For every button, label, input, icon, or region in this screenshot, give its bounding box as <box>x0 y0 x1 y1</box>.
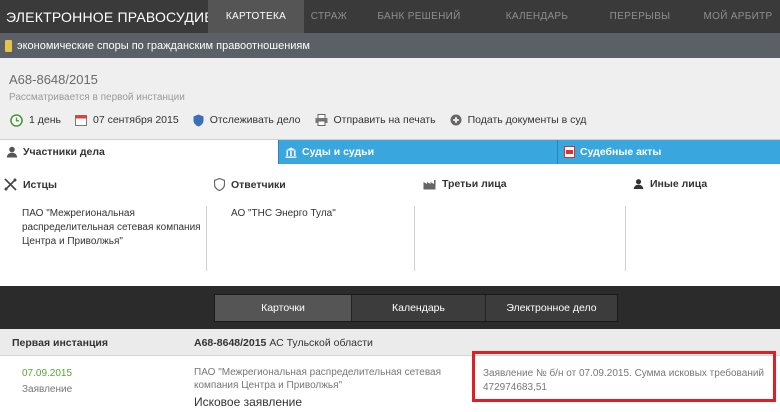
participants-panel: Истцы ПАО "Межрегиональная распределител… <box>0 164 780 286</box>
factory-icon <box>423 179 436 189</box>
tab-courts-judges[interactable]: Суды и судьи <box>278 140 557 164</box>
case-actions: 1 день 07 сентября 2015 Отслеживать дело… <box>10 111 600 129</box>
plus-circle-icon <box>450 114 462 126</box>
pdf-document-icon <box>564 146 575 158</box>
case-number: А68-8648/2015 <box>9 72 98 87</box>
tab-participants-label: Участники дела <box>23 145 105 158</box>
plaintiff-name[interactable]: ПАО "Межрегиональная распределительная с… <box>22 207 202 249</box>
person-icon <box>6 146 18 157</box>
nav-tab-breaks[interactable]: ПЕРЕРЫВЫ <box>590 0 690 33</box>
crossed-swords-icon <box>4 178 17 191</box>
document-date: 07.09.2015 <box>22 368 73 379</box>
printer-icon <box>315 114 328 126</box>
print-label: Отправить на печать <box>333 114 436 126</box>
tab-courts-judges-label: Суды и судьи <box>302 146 375 158</box>
case-date-label: 07 сентября 2015 <box>93 114 179 126</box>
court-building-icon <box>285 147 297 158</box>
document-title[interactable]: Исковое заявление <box>194 395 302 409</box>
tab-electronic-case[interactable]: Электронное дело <box>485 295 617 321</box>
other-persons-header: Иные лица <box>633 178 707 190</box>
dispute-category-label: экономические споры по гражданским право… <box>17 39 310 52</box>
third-parties-header: Третьи лица <box>423 178 507 190</box>
tab-court-acts-label: Судебные акты <box>580 146 662 158</box>
case-header: А68-8648/2015 Рассматривается в первой и… <box>0 58 780 140</box>
defendant-name[interactable]: АО "ТНС Энерго Тула" <box>231 207 411 221</box>
case-date: 07 сентября 2015 <box>75 114 179 126</box>
nav-tab-decisions-bank[interactable]: БАНК РЕШЕНИЙ <box>354 0 484 33</box>
third-parties-title: Третьи лица <box>442 178 507 190</box>
section-tabs: Участники дела Суды и судьи Судебные акт… <box>0 140 780 164</box>
track-case-button[interactable]: Отслеживать дело <box>193 114 301 127</box>
instance-label: Первая инстанция <box>12 337 108 349</box>
plaintiffs-header: Истцы <box>4 178 57 191</box>
defendants-title: Ответчики <box>231 178 286 191</box>
nav-tab-strazh[interactable]: СТРАЖ <box>304 0 354 33</box>
nav-tab-calendar[interactable]: КАЛЕНДАРЬ <box>484 0 590 33</box>
dispute-category-bar: экономические споры по гражданским право… <box>0 33 780 58</box>
highlight-box <box>472 351 776 402</box>
shield-icon <box>193 114 204 126</box>
tab-participants[interactable]: Участники дела <box>0 140 278 164</box>
defendants-header: Ответчики <box>214 178 286 191</box>
defendants-column: Ответчики АО "ТНС Энерго Тула" <box>206 164 414 286</box>
instance-court: АС Тульской области <box>266 337 373 349</box>
print-button[interactable]: Отправить на печать <box>315 114 436 126</box>
third-parties-column: Третьи лица <box>414 164 625 286</box>
duration-label: 1 день <box>29 114 61 126</box>
duration-indicator: 1 день <box>10 113 61 127</box>
view-switch-band: Карточки Календарь Электронное дело <box>0 286 780 329</box>
view-tabs: Карточки Календарь Электронное дело <box>214 294 618 322</box>
nav-tab-my-arbiter[interactable]: МОЙ АРБИТР <box>690 0 780 33</box>
instance-case-number: А68-8648/2015 <box>194 337 267 349</box>
site-brand[interactable]: ЭЛЕКТРОННОЕ ПРАВОСУДИЕ <box>0 9 214 25</box>
submit-documents-button[interactable]: Подать документы в суд <box>450 114 587 126</box>
instance-case[interactable]: А68-8648/2015 АС Тульской области <box>194 337 373 349</box>
tab-cards[interactable]: Карточки <box>215 295 351 321</box>
shield-icon <box>214 178 225 191</box>
category-marker-icon <box>5 39 12 52</box>
nav-tabs: КАРТОТЕКА СТРАЖ БАНК РЕШЕНИЙ КАЛЕНДАРЬ П… <box>208 0 780 33</box>
person-icon <box>633 179 644 190</box>
plaintiffs-title: Истцы <box>23 178 57 191</box>
tab-calendar[interactable]: Календарь <box>351 295 485 321</box>
tab-court-acts[interactable]: Судебные акты <box>557 140 780 164</box>
nav-tab-cartoteka[interactable]: КАРТОТЕКА <box>208 0 304 33</box>
clock-icon <box>10 113 23 127</box>
calendar-icon <box>75 115 87 126</box>
submit-documents-label: Подать документы в суд <box>467 114 587 126</box>
other-persons-title: Иные лица <box>650 178 708 190</box>
case-status: Рассматривается в первой инстанции <box>9 92 185 103</box>
document-party: ПАО "Межрегиональная распределительная с… <box>194 367 442 391</box>
track-case-label: Отслеживать дело <box>209 114 301 126</box>
other-persons-column: Иные лица <box>625 164 780 286</box>
top-navigation: ЭЛЕКТРОННОЕ ПРАВОСУДИЕ КАРТОТЕКА СТРАЖ Б… <box>0 0 780 33</box>
document-type: Заявление <box>22 384 73 395</box>
plaintiffs-column: Истцы ПАО "Межрегиональная распределител… <box>0 164 206 286</box>
